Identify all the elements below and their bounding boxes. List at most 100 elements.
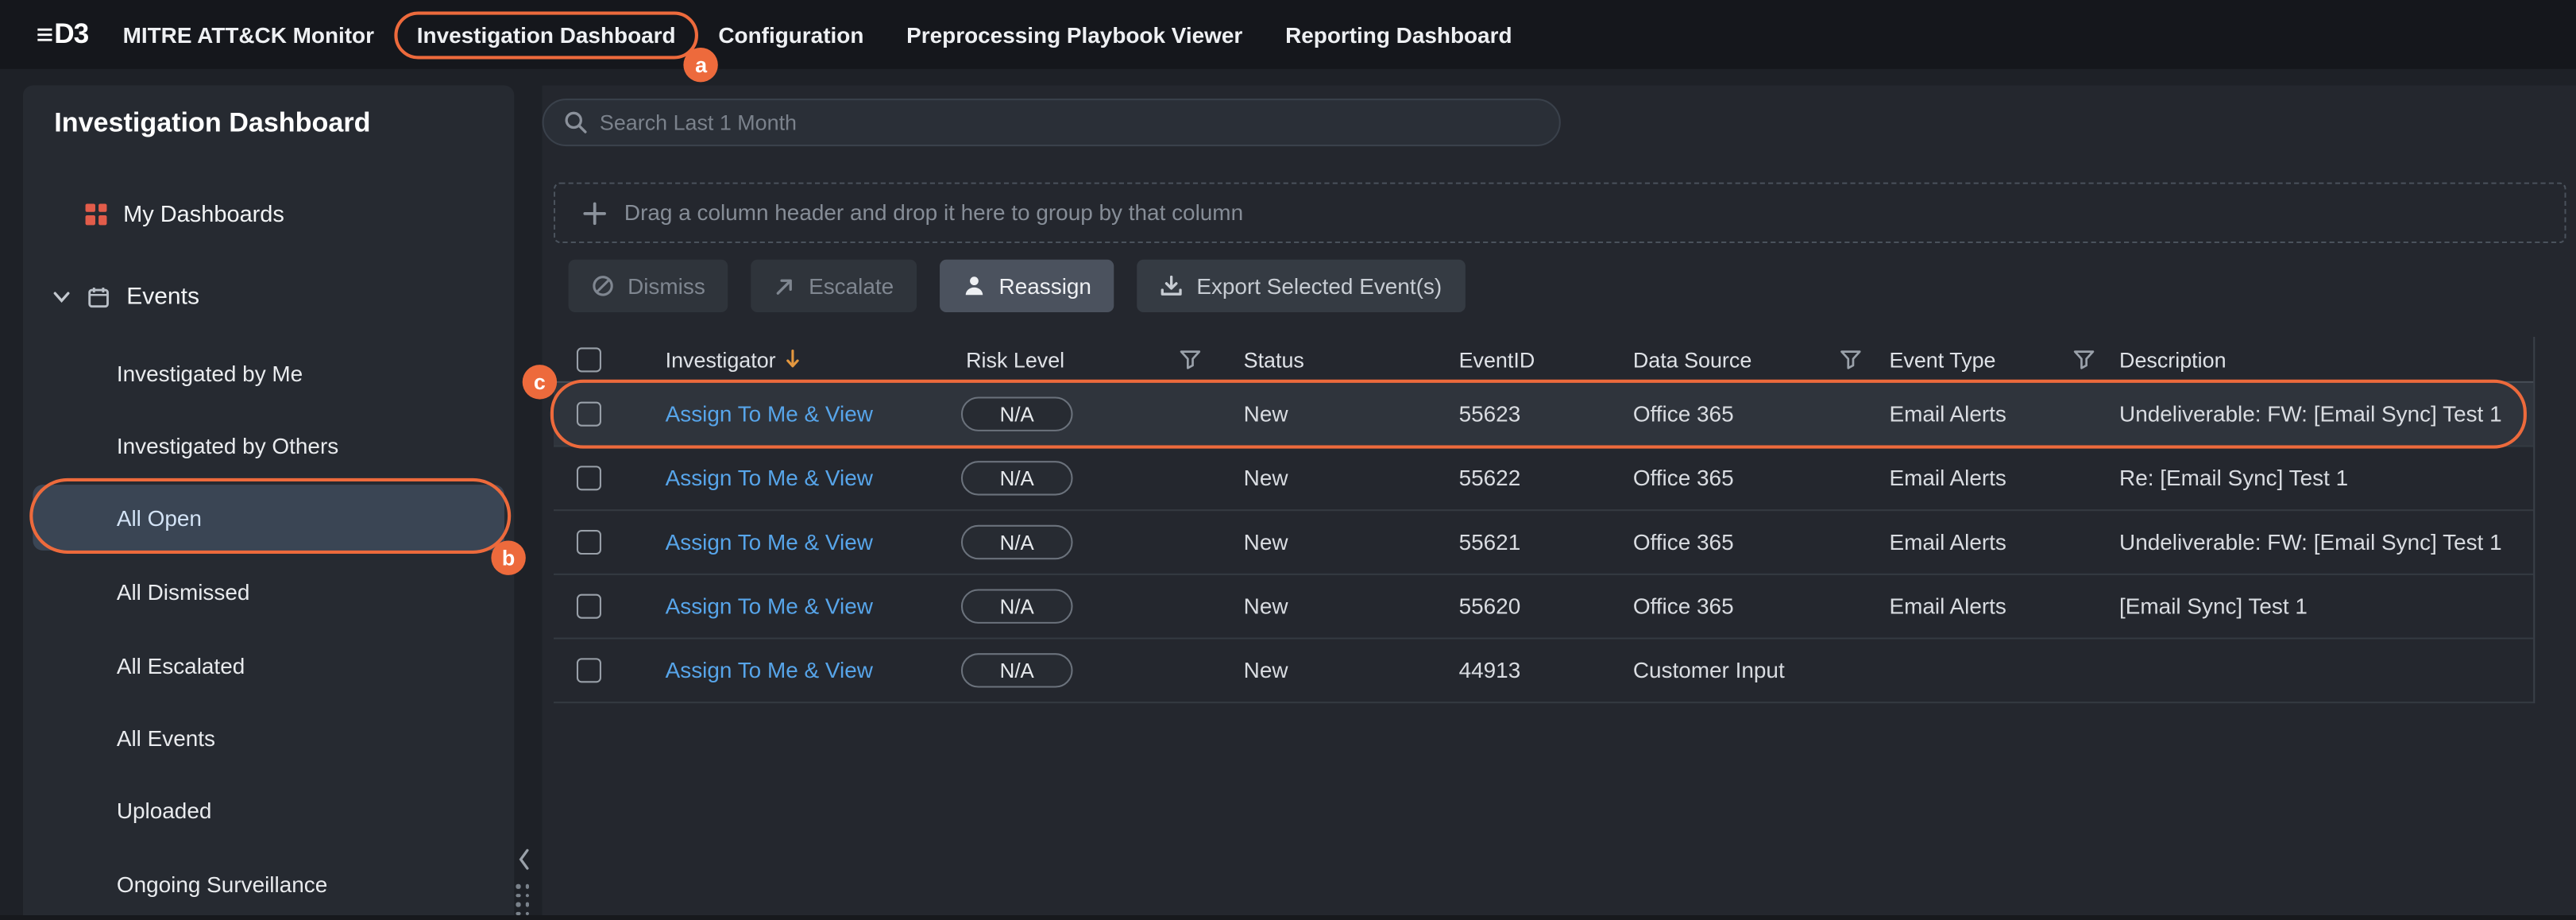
data-source-value: Office 365 — [1633, 402, 1734, 427]
event-row: Assign To Me & View N/A New 55623 Office… — [554, 383, 2533, 447]
annotation-b-box — [29, 478, 511, 554]
column-header-event-id[interactable]: EventID — [1459, 346, 1535, 371]
filter-funnel-icon-event-type[interactable] — [2073, 350, 2095, 369]
row-checkbox[interactable] — [577, 402, 601, 427]
events-table: Investigator Risk Level Status EventID D… — [554, 337, 2535, 703]
person-icon — [963, 274, 986, 297]
assign-to-me-link[interactable]: Assign To Me & View — [666, 658, 873, 682]
status-value: New — [1244, 402, 1288, 427]
column-header-risk-level[interactable]: Risk Level — [966, 346, 1064, 371]
column-header-status[interactable]: Status — [1244, 346, 1304, 371]
risk-level-badge: N/A — [961, 653, 1073, 687]
nav-configuration[interactable]: Configuration — [697, 13, 885, 57]
event-id-value: 55620 — [1459, 594, 1521, 619]
column-header-data-source[interactable]: Data Source — [1633, 346, 1751, 371]
nav-reporting-dashboard[interactable]: Reporting Dashboard — [1264, 13, 1533, 57]
risk-level-badge: N/A — [961, 461, 1073, 495]
status-value: New — [1244, 594, 1288, 619]
sidebar-item-all-escalated[interactable]: All Escalated — [33, 629, 504, 702]
description-value: Undeliverable: FW: [Email Sync] Test 1 — [2119, 530, 2502, 555]
reassign-button[interactable]: Reassign — [940, 260, 1114, 312]
annotation-c-badge: c — [523, 365, 557, 399]
assign-to-me-link[interactable]: Assign To Me & View — [666, 466, 873, 490]
dismiss-icon — [592, 274, 615, 297]
risk-level-badge: N/A — [961, 525, 1073, 559]
risk-level-badge: N/A — [961, 396, 1073, 431]
sidebar-item-all-events[interactable]: All Events — [33, 702, 504, 774]
filter-funnel-icon-data-source[interactable] — [1840, 350, 1861, 369]
event-row: Assign To Me & View N/A New 55620 Office… — [554, 575, 2533, 640]
column-header-investigator[interactable]: Investigator — [666, 346, 776, 371]
description-value: [Email Sync] Test 1 — [2119, 594, 2308, 619]
events-calendar-icon — [87, 286, 110, 309]
description-value: Undeliverable: FW: [Email Sync] Test 1 — [2119, 402, 2502, 427]
sidebar: Investigation Dashboard My Dashboards Ev… — [23, 86, 514, 915]
row-checkbox[interactable] — [577, 530, 601, 555]
escalate-arrow-icon — [774, 275, 796, 296]
event-id-value: 44913 — [1459, 658, 1521, 682]
assign-to-me-link[interactable]: Assign To Me & View — [666, 530, 873, 555]
data-source-value: Office 365 — [1633, 594, 1734, 619]
select-all-checkbox[interactable] — [577, 346, 601, 371]
app-window: ≡ D3 MITRE ATT&CK Monitor Investigation … — [0, 0, 2576, 914]
group-by-drop-zone[interactable]: Drag a column header and drop it here to… — [554, 183, 2566, 244]
data-source-value: Office 365 — [1633, 466, 1734, 490]
row-checkbox[interactable] — [577, 466, 601, 490]
d3-logo: ≡ D3 — [37, 17, 89, 52]
data-source-value: Office 365 — [1633, 530, 1734, 555]
sidebar-item-uploaded[interactable]: Uploaded — [33, 774, 504, 846]
event-id-value: 55623 — [1459, 402, 1521, 427]
nav-preprocessing-playbook-viewer[interactable]: Preprocessing Playbook Viewer — [885, 13, 1264, 57]
sidebar-group-events[interactable]: Events — [52, 276, 199, 319]
sort-descending-icon — [786, 350, 801, 369]
event-type-value: Email Alerts — [1889, 530, 2006, 555]
move-plus-icon — [583, 201, 606, 224]
column-header-description[interactable]: Description — [2119, 346, 2226, 371]
group-by-hint: Drag a column header and drop it here to… — [624, 200, 1243, 225]
event-row: Assign To Me & View N/A New 44913 Custom… — [554, 640, 2533, 704]
row-checkbox[interactable] — [577, 658, 601, 682]
sidebar-item-all-open[interactable]: All Open b — [33, 485, 504, 551]
assign-to-me-link[interactable]: Assign To Me & View — [666, 594, 873, 619]
sidebar-item-investigated-by-me[interactable]: Investigated by Me — [33, 337, 504, 409]
table-header: Investigator Risk Level Status EventID D… — [554, 337, 2533, 383]
event-type-value: Email Alerts — [1889, 466, 2006, 490]
top-navigation: ≡ D3 MITRE ATT&CK Monitor Investigation … — [0, 0, 2576, 69]
event-id-value: 55621 — [1459, 530, 1521, 555]
dismiss-button[interactable]: Dismiss — [569, 260, 728, 312]
risk-level-badge: N/A — [961, 589, 1073, 623]
download-icon — [1161, 274, 1184, 297]
event-id-value: 55622 — [1459, 466, 1521, 490]
row-checkbox[interactable] — [577, 594, 601, 619]
main-content: Drag a column header and drop it here to… — [543, 86, 2576, 915]
sidebar-collapse-chevron[interactable] — [512, 841, 535, 878]
sidebar-item-ongoing-surveillance[interactable]: Ongoing Surveillance — [33, 848, 504, 920]
nav-mitre-attack-monitor[interactable]: MITRE ATT&CK Monitor — [102, 13, 396, 57]
status-value: New — [1244, 530, 1288, 555]
event-type-value: Email Alerts — [1889, 594, 2006, 619]
export-button[interactable]: Export Selected Event(s) — [1137, 260, 1465, 312]
escalate-button[interactable]: Escalate — [751, 260, 917, 312]
d3-logo-icon: ≡ — [37, 17, 53, 52]
status-value: New — [1244, 658, 1288, 682]
nav-investigation-dashboard[interactable]: Investigation Dashboard a — [396, 13, 697, 57]
sidebar-item-investigated-by-others[interactable]: Investigated by Others — [33, 409, 504, 481]
column-header-event-type[interactable]: Event Type — [1889, 346, 1995, 371]
filter-funnel-icon-risk-level[interactable] — [1180, 350, 1201, 369]
data-source-value: Customer Input — [1633, 658, 1785, 682]
sidebar-title: Investigation Dashboard — [54, 109, 370, 140]
sidebar-item-all-dismissed[interactable]: All Dismissed — [33, 555, 504, 628]
event-type-value: Email Alerts — [1889, 402, 2006, 427]
toolbar: Dismiss Escalate Reassign Export Selecte… — [569, 260, 2576, 312]
event-row: Assign To Me & View N/A New 55622 Office… — [554, 447, 2533, 512]
event-row: Assign To Me & View N/A New 55621 Office… — [554, 511, 2533, 575]
sidebar-item-my-dashboards[interactable]: My Dashboards — [86, 192, 284, 235]
dashboards-grid-icon — [86, 203, 107, 224]
chevron-down-icon — [52, 291, 71, 304]
search-bar — [543, 99, 1561, 146]
assign-to-me-link[interactable]: Assign To Me & View — [666, 402, 873, 427]
description-value: Re: [Email Sync] Test 1 — [2119, 466, 2348, 490]
search-input[interactable] — [600, 110, 1559, 135]
search-icon — [563, 110, 588, 135]
sidebar-resize-grip[interactable] — [516, 884, 530, 916]
